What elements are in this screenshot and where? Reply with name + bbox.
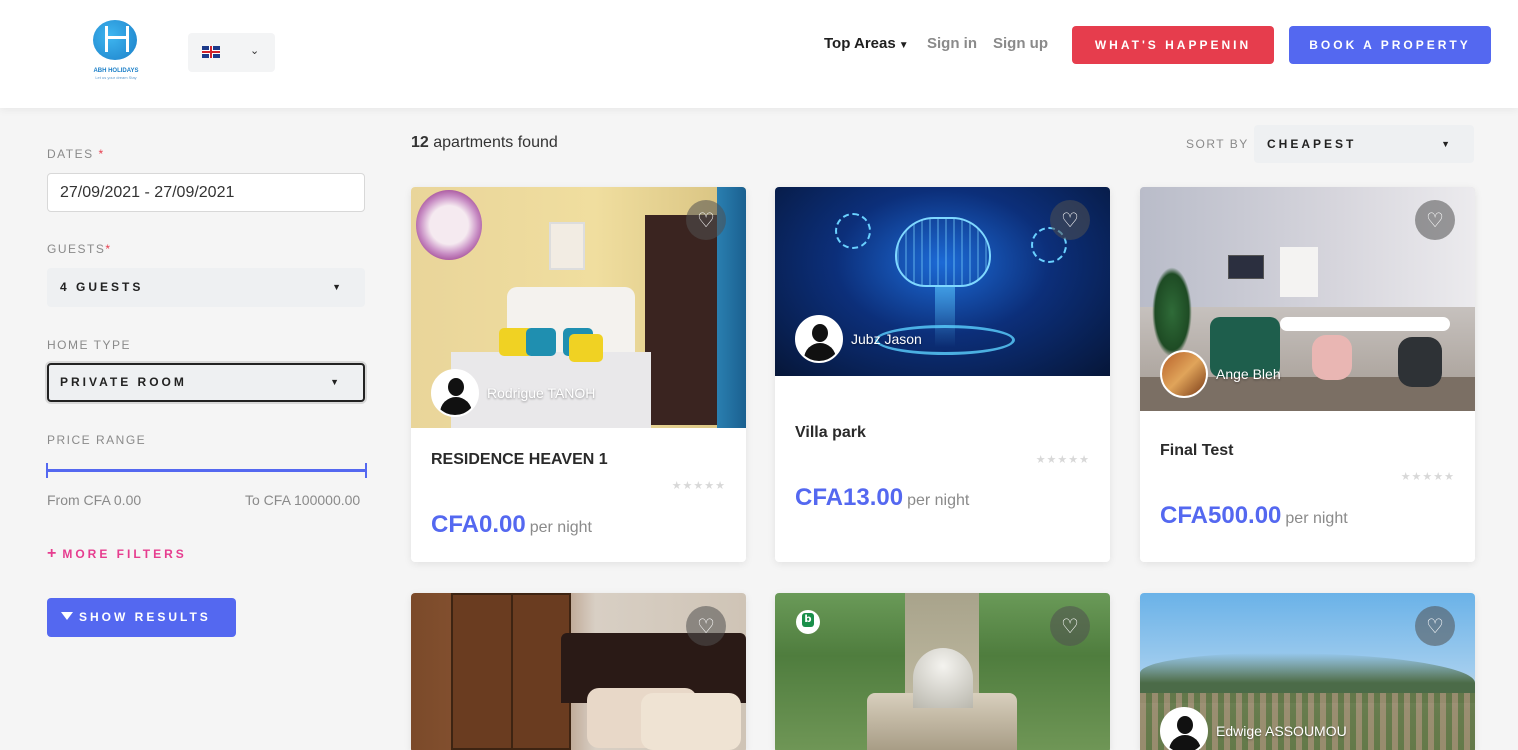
- host-name: Edwige ASSOUMOU: [1216, 723, 1347, 739]
- price-amount: CFA13.00: [795, 484, 904, 511]
- host-name: Ange Bleh: [1216, 366, 1281, 382]
- caret-down-icon: ▼: [330, 377, 339, 387]
- listing-price: CFA13.00 per night: [795, 484, 969, 512]
- guests-label: GUESTS*: [47, 242, 112, 256]
- heart-icon[interactable]: ♡: [686, 606, 726, 646]
- price-range-slider[interactable]: [47, 469, 366, 472]
- listing-title[interactable]: RESIDENCE HEAVEN 1: [431, 451, 608, 469]
- caret-down-icon: ▼: [1441, 139, 1450, 149]
- listing-price: CFA500.00 per night: [1160, 502, 1348, 530]
- heart-icon[interactable]: ♡: [1050, 200, 1090, 240]
- results-count: 12 apartments found: [411, 134, 558, 152]
- price-unit: per night: [529, 519, 592, 536]
- price-unit: per night: [907, 492, 970, 509]
- sort-by-label: SORT BY: [1186, 137, 1249, 151]
- avatar: [431, 369, 479, 417]
- listing-title[interactable]: Villa park: [795, 424, 866, 442]
- price-amount: CFA0.00: [431, 511, 526, 538]
- plus-icon: +: [47, 545, 57, 562]
- nav-sign-up[interactable]: Sign up: [993, 35, 1048, 52]
- nav-top-areas[interactable]: Top Areas ▼: [824, 35, 909, 52]
- listing-title[interactable]: Final Test: [1160, 442, 1234, 460]
- dates-label: DATES *: [47, 147, 105, 161]
- results-count-number: 12: [411, 134, 429, 151]
- brand-tagline: Let us your dream Stay: [95, 75, 137, 80]
- price-range-label: PRICE RANGE: [47, 433, 147, 447]
- price-to-text: To CFA 100000.00: [245, 492, 361, 508]
- host-name: Jubz Jason: [851, 331, 922, 347]
- nav-top-areas-label: Top Areas: [824, 35, 896, 52]
- host-badge: Edwige ASSOUMOU: [1160, 707, 1347, 750]
- heart-icon[interactable]: ♡: [1415, 200, 1455, 240]
- host-badge: Rodrigue TANOH: [431, 369, 595, 417]
- home-type-label: HOME TYPE: [47, 338, 131, 352]
- host-name: Rodrigue TANOH: [487, 385, 596, 401]
- caret-down-icon: ▼: [332, 282, 341, 292]
- listing-card[interactable]: ♡: [775, 593, 1110, 750]
- listing-card[interactable]: ♡: [411, 593, 746, 750]
- heart-icon[interactable]: ♡: [1415, 606, 1455, 646]
- more-filters-toggle[interactable]: + MORE FILTERS: [47, 545, 187, 563]
- rating-stars: ★★★★★: [1035, 453, 1090, 466]
- guests-select[interactable]: 4 GUESTS ▼: [47, 268, 365, 307]
- logo-icon: [91, 18, 141, 62]
- top-header: ABH HOLIDAYS Let us your dream Stay ⌄ To…: [0, 0, 1518, 108]
- home-type-select[interactable]: PRIVATE ROOM ▼: [47, 363, 365, 402]
- home-type-value: PRIVATE ROOM: [60, 375, 187, 389]
- heart-icon[interactable]: ♡: [1050, 606, 1090, 646]
- brand-logo[interactable]: ABH HOLIDAYS Let us your dream Stay: [84, 18, 148, 84]
- price-from-text: From CFA 0.00: [47, 492, 142, 508]
- show-results-button[interactable]: SHOW RESULTS: [47, 598, 236, 637]
- host-badge: Ange Bleh: [1160, 350, 1281, 398]
- listing-card[interactable]: ♡ Rodrigue TANOH RESIDENCE HEAVEN 1 ★★★★…: [411, 187, 746, 562]
- avatar: [1160, 707, 1208, 750]
- nav-sign-in[interactable]: Sign in: [927, 35, 977, 52]
- avatar: [1160, 350, 1208, 398]
- sort-value: CHEAPEST: [1267, 137, 1357, 151]
- show-results-label: SHOW RESULTS: [79, 610, 211, 624]
- badge-icon: [796, 610, 820, 634]
- more-filters-label: MORE FILTERS: [62, 547, 187, 561]
- host-badge: Jubz Jason: [795, 315, 922, 363]
- listing-card[interactable]: ♡ Edwige ASSOUMOU: [1140, 593, 1475, 750]
- chevron-down-icon: ⌄: [250, 44, 260, 57]
- chevron-down-icon: ▼: [898, 40, 909, 51]
- price-range-max-handle[interactable]: [365, 463, 367, 478]
- rating-stars: ★★★★★: [671, 479, 726, 492]
- price-amount: CFA500.00: [1160, 502, 1282, 529]
- whats-happening-button[interactable]: WHAT'S HAPPENIN: [1072, 26, 1274, 64]
- price-range-min-handle[interactable]: [46, 463, 48, 478]
- results-count-text: apartments found: [433, 134, 558, 151]
- guests-value: 4 GUESTS: [60, 280, 144, 294]
- dates-input[interactable]: 27/09/2021 - 27/09/2021: [47, 173, 365, 212]
- listing-card[interactable]: ♡ Jubz Jason Villa park ★★★★★ CFA13.00 pe…: [775, 187, 1110, 562]
- uk-flag-icon: [202, 46, 220, 58]
- rating-stars: ★★★★★: [1400, 470, 1455, 483]
- listing-price: CFA0.00 per night: [431, 511, 592, 539]
- heart-icon[interactable]: ♡: [686, 200, 726, 240]
- brand-name: ABH HOLIDAYS: [93, 68, 139, 74]
- price-unit: per night: [1285, 510, 1348, 527]
- sort-select[interactable]: CHEAPEST ▼: [1254, 125, 1474, 163]
- language-selector[interactable]: ⌄: [188, 33, 275, 72]
- avatar: [795, 315, 843, 363]
- filter-icon: [61, 612, 73, 620]
- listing-card[interactable]: ♡ Ange Bleh Final Test ★★★★★ CFA500.00 pe…: [1140, 187, 1475, 562]
- book-property-button[interactable]: BOOK A PROPERTY: [1289, 26, 1491, 64]
